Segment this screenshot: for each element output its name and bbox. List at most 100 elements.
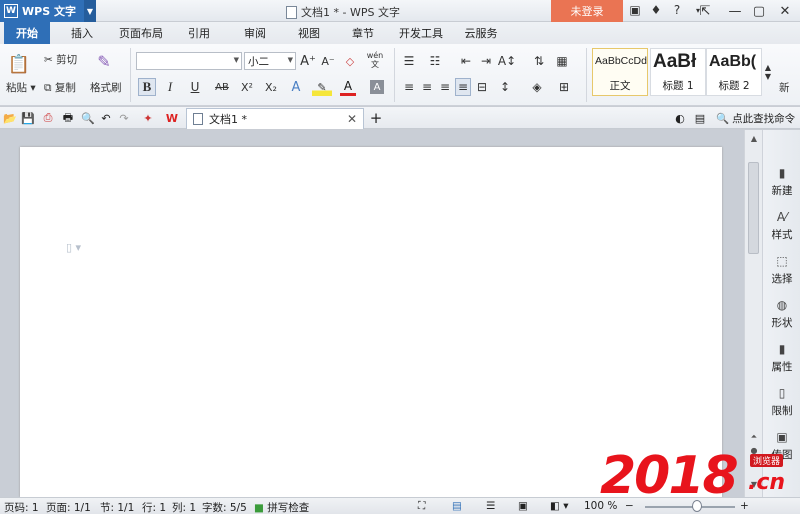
select-icon: ⬚ <box>776 254 788 268</box>
tab-developer[interactable]: 开发工具 <box>392 22 450 44</box>
document-icon <box>286 5 297 19</box>
status-word-count[interactable]: 字数: 5/5 <box>202 500 247 514</box>
scroll-up-icon[interactable]: ▲ <box>748 134 760 144</box>
redo-icon[interactable]: ↷ <box>116 110 132 126</box>
paste-button[interactable]: 粘贴 ▾ <box>6 80 36 95</box>
clear-format-icon[interactable]: ◇ <box>342 52 358 70</box>
side-property-button[interactable]: ▮ 属性 <box>763 342 800 384</box>
wps-w-icon[interactable]: W <box>164 110 180 126</box>
phonetic-guide-button[interactable]: wén 文 <box>366 50 384 70</box>
comment-icon[interactable]: ▤ <box>692 110 708 126</box>
copy-button[interactable]: ⧉ 复制 <box>44 80 76 95</box>
web-view-icon[interactable]: ▣ <box>518 500 528 512</box>
restore-view-button[interactable]: ⇱ <box>694 1 716 21</box>
open-folder-icon[interactable]: 📂 <box>2 110 18 126</box>
login-button[interactable]: 未登录 <box>551 0 623 22</box>
line-spacing-icon[interactable]: A↕ <box>498 52 516 70</box>
maximize-button[interactable]: ▢ <box>748 1 770 21</box>
shading-fill-icon[interactable]: ◈ <box>528 78 546 96</box>
highlight-icon[interactable]: ✎ <box>312 78 332 96</box>
underline-button[interactable]: U <box>184 78 206 96</box>
justify-icon[interactable]: ≡ <box>455 78 471 96</box>
outline-view-icon[interactable]: ☰ <box>486 500 495 512</box>
cut-button[interactable]: ✂ 剪切 <box>44 52 77 67</box>
side-select-button[interactable]: ⬚ 选择 <box>763 254 800 296</box>
brush-icon[interactable]: ✎ <box>94 50 114 72</box>
side-restrict-button[interactable]: ▯ 限制 <box>763 386 800 428</box>
sort-icon[interactable]: ⇅ <box>530 52 548 70</box>
chevron-down-icon[interactable]: ▼ <box>84 0 96 22</box>
style-gallery-scroll[interactable]: ▲ ▼ <box>763 48 773 96</box>
subscript-button[interactable]: X₂ <box>262 78 280 96</box>
customize-toolbar-icon[interactable]: ✦ <box>140 110 156 126</box>
help-icon[interactable]: ? <box>670 2 684 18</box>
clipboard-icon[interactable]: 📋 <box>8 52 30 76</box>
strikethrough-button[interactable]: AB <box>210 78 234 96</box>
share-icon[interactable]: ◐ <box>672 110 688 126</box>
grow-font-icon[interactable]: A⁺ <box>300 52 316 70</box>
tab-page-layout[interactable]: 页面布局 <box>112 22 170 44</box>
tab-references[interactable]: 引用 <box>176 22 222 44</box>
table-grid-icon[interactable]: ▦ <box>554 52 570 70</box>
char-shading-icon[interactable]: A <box>370 80 384 94</box>
fullscreen-icon[interactable]: ⛶ <box>418 500 425 513</box>
bold-button[interactable]: B <box>138 78 156 96</box>
tab-home[interactable]: 开始 <box>4 22 50 44</box>
tab-view[interactable]: 视图 <box>286 22 332 44</box>
align-left-icon[interactable]: ≡ <box>402 78 416 96</box>
close-button[interactable]: ✕ <box>774 1 796 21</box>
page-view-icon[interactable]: ▤ <box>452 500 462 512</box>
zoom-slider[interactable] <box>645 506 735 508</box>
paragraph-mark-icon: ▯ ▾ <box>66 241 82 254</box>
format-painter-button[interactable]: 格式刷 <box>90 80 122 95</box>
tab-cloud[interactable]: 云服务 <box>456 22 506 44</box>
tab-chapter[interactable]: 章节 <box>340 22 386 44</box>
eye-protect-icon[interactable]: ◧ ▾ <box>550 500 569 512</box>
print-icon[interactable]: 🖶 <box>60 110 76 126</box>
export-pdf-icon[interactable]: ⎙ <box>40 110 56 126</box>
align-right-icon[interactable]: ≡ <box>438 78 452 96</box>
command-search[interactable]: 🔍 点此查找命令 <box>716 111 795 126</box>
quick-access-toolbar: 📂 💾 ⎙ 🖶 🔍 ↶ ↷ ✦ W 文档1 * ✕ + ◐ ▤ 🔍 点此查找命令 <box>0 107 800 129</box>
bullet-list-icon[interactable]: ☰ <box>400 52 418 70</box>
new-tab-plus-icon[interactable]: + <box>368 109 384 127</box>
italic-button[interactable]: I <box>162 78 178 96</box>
zoom-in-button[interactable]: + <box>740 500 749 512</box>
skin-icon[interactable]: ▣ <box>628 2 642 18</box>
status-section: 节: 1/1 <box>100 502 135 514</box>
style-heading-1[interactable]: AaBł 标题 1 <box>650 48 706 96</box>
border-icon[interactable]: ⊞ <box>556 78 572 96</box>
numbered-list-icon[interactable]: ☷ <box>426 52 444 70</box>
decrease-indent-icon[interactable]: ⇤ <box>458 52 474 70</box>
text-effect-icon[interactable]: A <box>288 78 304 96</box>
new-style-button[interactable]: 新 <box>779 80 790 95</box>
font-name-select[interactable]: ▼ <box>136 52 242 70</box>
font-color-icon[interactable]: A <box>340 78 356 96</box>
app-menu-button[interactable]: W WPS 文字 ▼ <box>0 0 96 22</box>
document-tab-label: 文档1 * <box>209 113 247 126</box>
paragraph-spacing-icon[interactable]: ↕ <box>496 78 514 96</box>
font-size-select[interactable]: 小二 ▼ <box>244 52 296 70</box>
save-icon[interactable]: 💾 <box>20 110 36 126</box>
tab-insert[interactable]: 插入 <box>60 22 104 44</box>
side-shape-button[interactable]: ◍ 形状 <box>763 298 800 340</box>
tab-review[interactable]: 审阅 <box>232 22 278 44</box>
distributed-align-icon[interactable]: ⊟ <box>474 78 490 96</box>
side-style-button[interactable]: A⁄ 样式 <box>763 210 800 252</box>
shirt-icon[interactable]: ♦ <box>649 2 663 18</box>
print-preview-icon[interactable]: 🔍 <box>80 110 96 126</box>
close-tab-icon[interactable]: ✕ <box>347 112 357 126</box>
superscript-button[interactable]: X² <box>238 78 256 96</box>
style-normal[interactable]: AaBbCcDd 正文 <box>592 48 648 96</box>
style-heading-2[interactable]: AaBb( 标题 2 <box>706 48 762 96</box>
spell-check-button[interactable]: ■ 拼写检查 <box>254 500 309 514</box>
undo-icon[interactable]: ↶ <box>98 110 114 126</box>
shrink-font-icon[interactable]: A⁻ <box>320 52 336 70</box>
scrollbar-thumb[interactable] <box>748 162 759 254</box>
status-line: 行: 1 <box>142 502 167 514</box>
side-new-button[interactable]: ▮ 新建 <box>763 166 800 208</box>
document-tab[interactable]: 文档1 * ✕ <box>186 108 364 129</box>
minimize-button[interactable]: — <box>724 1 746 21</box>
increase-indent-icon[interactable]: ⇥ <box>478 52 494 70</box>
align-center-icon[interactable]: ≡ <box>420 78 434 96</box>
